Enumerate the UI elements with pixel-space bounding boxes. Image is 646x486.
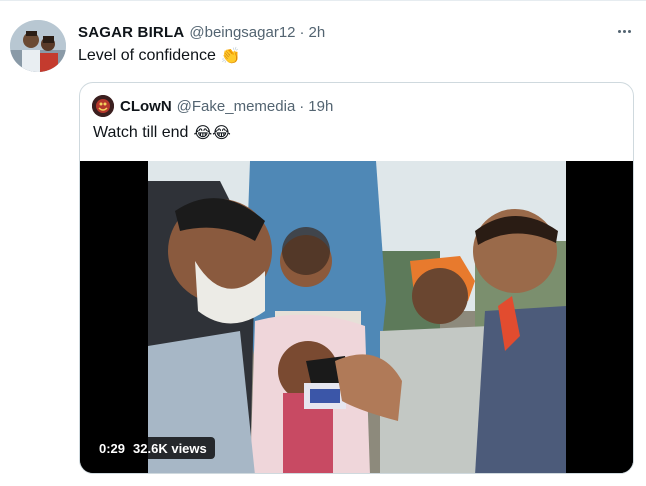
tweet-header: SAGAR BIRLA @beingsagar12 · 2h [78,22,325,42]
video-player[interactable] [80,161,633,473]
quoted-separator-dot: · [299,97,305,115]
video-frame [80,161,633,473]
quoted-tweet-card[interactable]: CLowN @Fake_memedia · 19h Watch till end… [79,82,634,474]
avatar[interactable] [10,20,66,72]
quoted-display-name: CLowN [120,97,172,115]
tweet-text-content: Level of confidence [78,47,216,64]
top-divider [0,0,646,1]
separator-dot: · [299,23,305,41]
user-handle[interactable]: @beingsagar12 [189,24,295,41]
more-dot [617,29,621,33]
more-options-icon[interactable] [612,22,636,40]
tears-of-joy-icon: 😂😂 [193,125,231,142]
quoted-timestamp: 19h [308,97,334,115]
quoted-handle: @Fake_memedia [176,97,296,115]
more-dot [627,29,631,33]
video-duration: 0:29 [99,440,126,456]
video-stats-badge: 0:29 32.6K views [91,437,215,459]
quoted-text-content: Watch till end [93,124,189,141]
more-dot [622,29,626,33]
quoted-tweet-text: Watch till end 😂😂 [93,123,231,143]
quoted-tweet-header: CLowN @Fake_memedia · 19h [92,95,333,117]
tweet-text: Level of confidence 👏 [78,46,241,66]
avatar-image [10,20,66,72]
video-view-count: 32.6K views [133,440,207,456]
clapping-hands-icon: 👏 [220,48,241,65]
quoted-avatar [92,95,114,117]
display-name[interactable]: SAGAR BIRLA [78,24,184,41]
quoted-avatar-image [92,95,114,117]
timestamp[interactable]: 2h [309,24,326,41]
